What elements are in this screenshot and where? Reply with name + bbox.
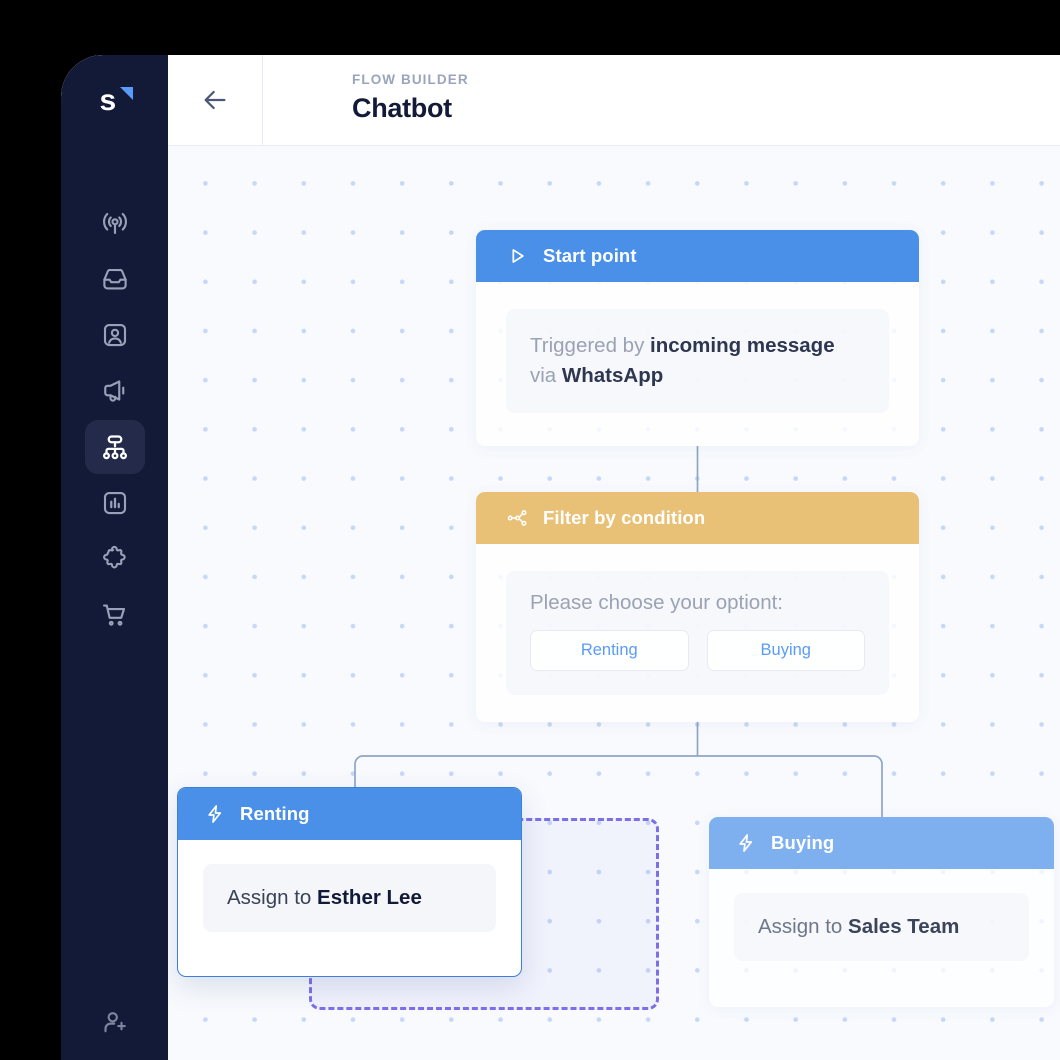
puzzle-icon <box>102 545 126 569</box>
assign-target: Esther Lee <box>317 886 422 909</box>
sidebar-item-inbox[interactable] <box>61 251 168 307</box>
lightning-bolt-icon <box>208 805 222 823</box>
branch-nodes-icon <box>507 510 527 526</box>
trigger-prefix: Triggered by <box>530 334 651 357</box>
sidebar-nav <box>61 195 168 643</box>
breadcrumb-kicker: FLOW BUILDER <box>352 72 469 87</box>
node-header[interactable]: Renting <box>178 788 521 840</box>
node-body: Assign to Esther Lee <box>178 840 521 958</box>
play-triangle-icon <box>512 249 524 263</box>
node-card-buying[interactable]: Buying Assign to Sales Team <box>709 817 1054 1007</box>
arrow-left-icon <box>204 90 226 110</box>
header-titles: FLOW BUILDER Chatbot <box>352 72 469 124</box>
lightning-bolt-icon <box>739 834 753 852</box>
trigger-mid: via <box>530 364 562 387</box>
sidebar-item-analytics[interactable] <box>61 475 168 531</box>
node-header: Start point <box>476 230 919 282</box>
sidebar-item-contacts[interactable] <box>61 307 168 363</box>
assign-target: Sales Team <box>848 915 960 938</box>
sidebar-item-broadcast[interactable] <box>61 195 168 251</box>
flow-canvas[interactable]: Start point Triggered by incoming messag… <box>168 146 1060 1060</box>
filter-option-renting[interactable]: Renting <box>530 630 689 671</box>
assignment-text: Assign to Esther Lee <box>227 886 472 910</box>
node-header: Buying <box>709 817 1054 869</box>
node-header: Filter by condition <box>476 492 919 544</box>
sidebar-item-integrations[interactable] <box>61 531 168 587</box>
flow-sitemap-icon <box>102 435 127 460</box>
filter-prompt-text: Please choose your optiont: <box>530 591 783 614</box>
node-content-box: Triggered by incoming message via WhatsA… <box>506 309 889 413</box>
sidebar: s <box>61 55 168 1060</box>
node-card-filter-by-condition[interactable]: Filter by condition Please choose your o… <box>476 492 919 722</box>
trigger-channel: WhatsApp <box>561 364 664 387</box>
broadcast-icon <box>102 212 127 235</box>
node-content-box: Assign to Esther Lee <box>203 864 496 932</box>
node-title: Buying <box>771 832 835 853</box>
trigger-description: Triggered by incoming message via WhatsA… <box>530 331 865 391</box>
inbox-icon <box>102 268 127 290</box>
node-body: Please choose your optiont: Renting Buyi… <box>476 544 919 722</box>
sidebar-item-flow-builder[interactable] <box>61 419 168 475</box>
contact-card-icon <box>103 323 126 347</box>
app-logo[interactable]: s <box>61 55 168 146</box>
node-card-renting[interactable]: Renting Assign to Esther Lee <box>177 787 522 977</box>
add-user-icon <box>103 1012 126 1033</box>
node-title: Start point <box>543 245 637 266</box>
back-button[interactable] <box>168 55 263 145</box>
node-body: Assign to Sales Team <box>709 869 1054 987</box>
sidebar-item-invite-member[interactable] <box>61 994 168 1050</box>
assign-prefix: Assign to <box>227 886 318 909</box>
logo-letter: s <box>99 83 117 117</box>
shopping-cart-icon <box>102 604 125 626</box>
app-window: s FLOW BUILDER Chatbot Start point Trigg… <box>61 55 1060 1060</box>
node-body: Triggered by incoming message via WhatsA… <box>476 282 919 443</box>
node-content-box: Please choose your optiont: Renting Buyi… <box>506 571 889 695</box>
page-title: Chatbot <box>352 93 452 123</box>
top-header: FLOW BUILDER Chatbot <box>168 55 1060 146</box>
node-content-box: Assign to Sales Team <box>734 893 1029 961</box>
assign-prefix: Assign to <box>758 915 849 938</box>
assignment-text: Assign to Sales Team <box>758 915 1005 939</box>
megaphone-icon <box>103 380 124 402</box>
node-title: Filter by condition <box>543 507 706 528</box>
bar-chart-icon <box>103 491 126 515</box>
filter-options-row: Renting Buying <box>530 630 865 671</box>
filter-option-buying[interactable]: Buying <box>706 630 865 671</box>
sidebar-item-campaigns[interactable] <box>61 363 168 419</box>
node-card-start-point[interactable]: Start point Triggered by incoming messag… <box>476 230 919 446</box>
trigger-source: incoming message <box>650 334 835 357</box>
node-title: Renting <box>240 803 310 824</box>
sidebar-item-commerce[interactable] <box>61 587 168 643</box>
triangle-accent-icon <box>119 86 133 100</box>
